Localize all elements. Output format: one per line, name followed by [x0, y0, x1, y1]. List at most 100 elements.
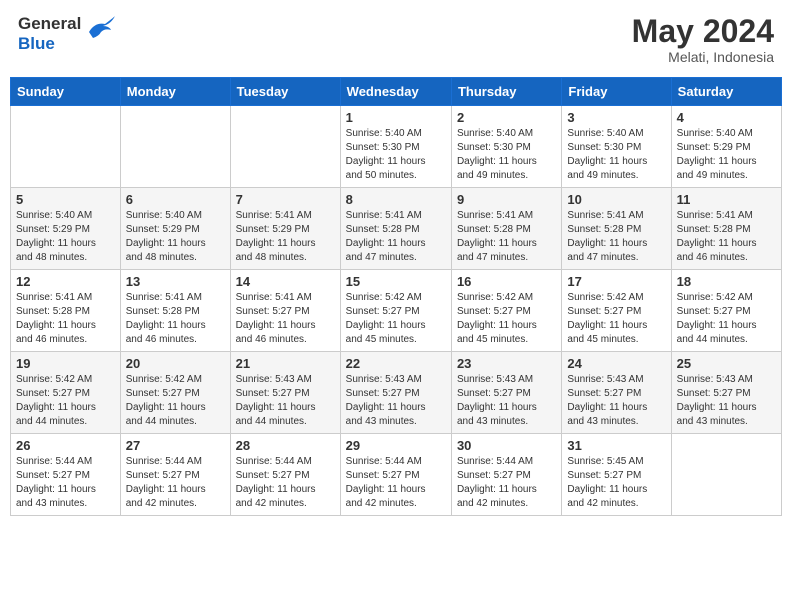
day-number: 20 [126, 356, 225, 371]
day-info: Sunrise: 5:42 AM Sunset: 5:27 PM Dayligh… [346, 291, 446, 347]
calendar-cell: 9 Sunrise: 5:41 AM Sunset: 5:28 PM Daylig… [451, 188, 561, 270]
calendar-cell: 17 Sunrise: 5:42 AM Sunset: 5:27 PM Dayli… [562, 270, 671, 352]
day-number: 11 [677, 192, 776, 207]
calendar-cell [11, 106, 121, 188]
title-block: May 2024 Melati, Indonesia [632, 14, 774, 65]
calendar-cell: 8 Sunrise: 5:41 AM Sunset: 5:28 PM Daylig… [340, 188, 451, 270]
calendar-table: SundayMondayTuesdayWednesdayThursdayFrid… [10, 77, 782, 516]
day-info: Sunrise: 5:42 AM Sunset: 5:27 PM Dayligh… [16, 373, 115, 429]
day-number: 4 [677, 110, 776, 125]
day-number: 25 [677, 356, 776, 371]
day-number: 21 [236, 356, 335, 371]
calendar-cell: 2 Sunrise: 5:40 AM Sunset: 5:30 PM Daylig… [451, 106, 561, 188]
day-number: 3 [567, 110, 665, 125]
calendar-cell: 4Sunrise: 5:40 AM Sunset: 5:29 PM Daylig… [671, 106, 781, 188]
day-number: 23 [457, 356, 556, 371]
calendar-cell: 14 Sunrise: 5:41 AM Sunset: 5:27 PM Dayli… [230, 270, 340, 352]
location-subtitle: Melati, Indonesia [632, 49, 774, 65]
day-info: Sunrise: 5:44 AM Sunset: 5:27 PM Dayligh… [126, 455, 225, 511]
calendar-cell: 6 Sunrise: 5:40 AM Sunset: 5:29 PM Daylig… [120, 188, 230, 270]
day-info: Sunrise: 5:41 AM Sunset: 5:28 PM Dayligh… [346, 209, 446, 265]
calendar-week-row: 19 Sunrise: 5:42 AM Sunset: 5:27 PM Dayli… [11, 352, 782, 434]
calendar-cell [671, 434, 781, 516]
day-number: 9 [457, 192, 556, 207]
page-header: General Blue May 2024 Melati, Indonesia [10, 10, 782, 69]
day-number: 31 [567, 438, 665, 453]
day-number: 12 [16, 274, 115, 289]
day-number: 28 [236, 438, 335, 453]
calendar-cell: 11 Sunrise: 5:41 AM Sunset: 5:28 PM Dayli… [671, 188, 781, 270]
day-info: Sunrise: 5:41 AM Sunset: 5:28 PM Dayligh… [567, 209, 665, 265]
day-number: 8 [346, 192, 446, 207]
day-number: 19 [16, 356, 115, 371]
day-info: Sunrise: 5:40 AM Sunset: 5:29 PM Dayligh… [126, 209, 225, 265]
day-number: 26 [16, 438, 115, 453]
col-header-friday: Friday [562, 78, 671, 106]
calendar-cell: 26 Sunrise: 5:44 AM Sunset: 5:27 PM Dayli… [11, 434, 121, 516]
day-number: 27 [126, 438, 225, 453]
day-number: 17 [567, 274, 665, 289]
day-info: Sunrise: 5:44 AM Sunset: 5:27 PM Dayligh… [457, 455, 556, 511]
day-number: 1 [346, 110, 446, 125]
calendar-cell: 29Sunrise: 5:44 AM Sunset: 5:27 PM Dayli… [340, 434, 451, 516]
day-info: Sunrise: 5:42 AM Sunset: 5:27 PM Dayligh… [677, 291, 776, 347]
day-info: Sunrise: 5:43 AM Sunset: 5:27 PM Dayligh… [677, 373, 776, 429]
day-info: Sunrise: 5:43 AM Sunset: 5:27 PM Dayligh… [567, 373, 665, 429]
logo: General Blue [18, 14, 117, 53]
calendar-cell: 10 Sunrise: 5:41 AM Sunset: 5:28 PM Dayli… [562, 188, 671, 270]
day-number: 30 [457, 438, 556, 453]
day-number: 29 [346, 438, 446, 453]
day-number: 10 [567, 192, 665, 207]
day-number: 16 [457, 274, 556, 289]
calendar-week-row: 1 Sunrise: 5:40 AM Sunset: 5:30 PM Daylig… [11, 106, 782, 188]
col-header-saturday: Saturday [671, 78, 781, 106]
logo-general: General [18, 14, 81, 34]
calendar-cell: 25 Sunrise: 5:43 AM Sunset: 5:27 PM Dayli… [671, 352, 781, 434]
day-info: Sunrise: 5:43 AM Sunset: 5:27 PM Dayligh… [457, 373, 556, 429]
logo-bird-icon [85, 14, 117, 47]
col-header-sunday: Sunday [11, 78, 121, 106]
day-number: 15 [346, 274, 446, 289]
day-info: Sunrise: 5:42 AM Sunset: 5:27 PM Dayligh… [567, 291, 665, 347]
day-info: Sunrise: 5:40 AM Sunset: 5:30 PM Dayligh… [346, 127, 446, 183]
day-info: Sunrise: 5:44 AM Sunset: 5:27 PM Dayligh… [16, 455, 115, 511]
calendar-cell: 19 Sunrise: 5:42 AM Sunset: 5:27 PM Dayli… [11, 352, 121, 434]
calendar-cell: 28 Sunrise: 5:44 AM Sunset: 5:27 PM Dayli… [230, 434, 340, 516]
calendar-cell: 13Sunrise: 5:41 AM Sunset: 5:28 PM Dayli… [120, 270, 230, 352]
day-info: Sunrise: 5:41 AM Sunset: 5:27 PM Dayligh… [236, 291, 335, 347]
calendar-week-row: 12 Sunrise: 5:41 AM Sunset: 5:28 PM Dayli… [11, 270, 782, 352]
calendar-cell: 3Sunrise: 5:40 AM Sunset: 5:30 PM Daylig… [562, 106, 671, 188]
day-info: Sunrise: 5:41 AM Sunset: 5:28 PM Dayligh… [16, 291, 115, 347]
day-number: 5 [16, 192, 115, 207]
calendar-cell: 30 Sunrise: 5:44 AM Sunset: 5:27 PM Dayli… [451, 434, 561, 516]
calendar-cell: 18 Sunrise: 5:42 AM Sunset: 5:27 PM Dayli… [671, 270, 781, 352]
day-info: Sunrise: 5:43 AM Sunset: 5:27 PM Dayligh… [346, 373, 446, 429]
col-header-wednesday: Wednesday [340, 78, 451, 106]
col-header-tuesday: Tuesday [230, 78, 340, 106]
day-number: 2 [457, 110, 556, 125]
day-info: Sunrise: 5:41 AM Sunset: 5:29 PM Dayligh… [236, 209, 335, 265]
calendar-cell: 16Sunrise: 5:42 AM Sunset: 5:27 PM Dayli… [451, 270, 561, 352]
calendar-week-row: 5 Sunrise: 5:40 AM Sunset: 5:29 PM Daylig… [11, 188, 782, 270]
header-row: SundayMondayTuesdayWednesdayThursdayFrid… [11, 78, 782, 106]
day-number: 14 [236, 274, 335, 289]
calendar-cell: 12 Sunrise: 5:41 AM Sunset: 5:28 PM Dayli… [11, 270, 121, 352]
day-number: 6 [126, 192, 225, 207]
calendar-cell: 20Sunrise: 5:42 AM Sunset: 5:27 PM Dayli… [120, 352, 230, 434]
day-number: 7 [236, 192, 335, 207]
day-number: 22 [346, 356, 446, 371]
day-info: Sunrise: 5:40 AM Sunset: 5:30 PM Dayligh… [457, 127, 556, 183]
day-number: 13 [126, 274, 225, 289]
calendar-cell: 27 Sunrise: 5:44 AM Sunset: 5:27 PM Dayli… [120, 434, 230, 516]
day-info: Sunrise: 5:45 AM Sunset: 5:27 PM Dayligh… [567, 455, 665, 511]
day-number: 24 [567, 356, 665, 371]
col-header-monday: Monday [120, 78, 230, 106]
calendar-cell: 15 Sunrise: 5:42 AM Sunset: 5:27 PM Dayli… [340, 270, 451, 352]
day-info: Sunrise: 5:44 AM Sunset: 5:27 PM Dayligh… [236, 455, 335, 511]
calendar-cell: 5 Sunrise: 5:40 AM Sunset: 5:29 PM Daylig… [11, 188, 121, 270]
day-number: 18 [677, 274, 776, 289]
day-info: Sunrise: 5:41 AM Sunset: 5:28 PM Dayligh… [677, 209, 776, 265]
day-info: Sunrise: 5:40 AM Sunset: 5:29 PM Dayligh… [16, 209, 115, 265]
logo-blue: Blue [18, 34, 81, 54]
day-info: Sunrise: 5:41 AM Sunset: 5:28 PM Dayligh… [457, 209, 556, 265]
